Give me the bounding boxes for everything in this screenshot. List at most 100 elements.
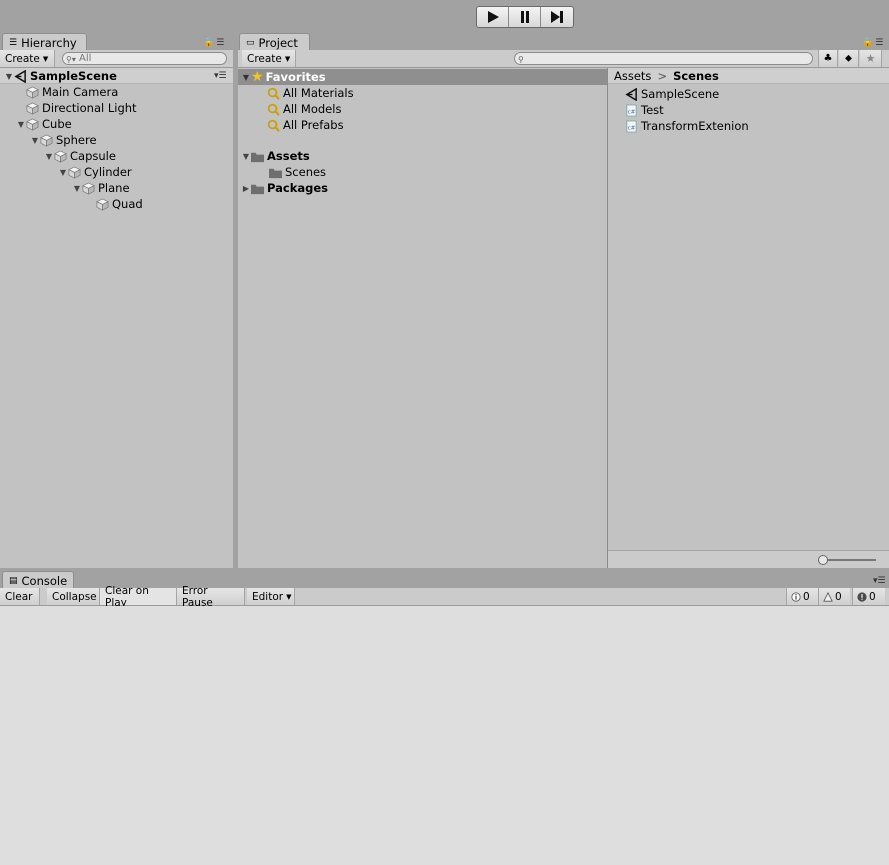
hierarchy-item[interactable]: Main Camera: [16, 84, 118, 100]
tab-project-label: Project: [258, 35, 298, 50]
hierarchy-item-label: Quad: [112, 197, 143, 211]
console-log-area[interactable]: [0, 606, 889, 865]
favorites-item[interactable]: All Models: [267, 101, 341, 117]
folder-icon: [251, 184, 264, 194]
gameobject-cube-icon: [26, 86, 39, 99]
project-create-label: Create: [247, 52, 282, 65]
collapse-button[interactable]: Collapse: [47, 588, 100, 605]
error-count: 0: [869, 590, 876, 603]
expand-triangle-icon[interactable]: ▼: [58, 168, 68, 177]
tag-icon: ⬥: [845, 53, 852, 64]
scene-menu-icon[interactable]: ▾☰: [214, 71, 227, 81]
play-toolbar: [0, 0, 889, 34]
folder-icon: ▭: [246, 37, 255, 48]
save-search-button[interactable]: ★: [860, 50, 882, 67]
csharp-script-icon: c#: [626, 103, 637, 117]
hierarchy-item-label: Directional Light: [42, 101, 137, 115]
error-pause-button[interactable]: Error Pause: [177, 585, 245, 609]
tab-project[interactable]: ▭ Project: [239, 33, 310, 50]
breadcrumb-root[interactable]: Assets: [614, 69, 651, 83]
project-tab-menu[interactable]: 🔒 ☰: [862, 38, 883, 48]
clear-on-play-button[interactable]: Clear on Play: [100, 585, 177, 609]
icon-size-slider-track[interactable]: [820, 559, 876, 561]
error-pause-label: Error Pause: [182, 584, 213, 609]
expand-triangle-icon[interactable]: ▼: [44, 152, 54, 161]
favorites-row[interactable]: ▼ ★ Favorites: [241, 69, 326, 85]
gameobject-cube-icon: [26, 118, 39, 131]
folder-icon: [251, 152, 264, 162]
search-filter-icon: [267, 87, 280, 100]
clear-label: Clear: [5, 590, 33, 603]
error-count-toggle[interactable]: 0: [852, 588, 885, 605]
console-toolbar: Clear Collapse Clear on Play Error Pause…: [0, 585, 889, 609]
play-button[interactable]: [477, 7, 509, 27]
csharp-script-icon: c#: [626, 119, 637, 133]
expand-triangle-icon[interactable]: ▼: [4, 72, 14, 81]
hierarchy-search-input[interactable]: ⚲▾ All: [62, 52, 227, 65]
collapse-triangle-icon[interactable]: ▶: [241, 184, 251, 193]
breadcrumb-current[interactable]: Scenes: [673, 69, 719, 83]
step-button[interactable]: [541, 7, 573, 27]
hierarchy-tab-menu[interactable]: 🔒 ☰: [203, 38, 224, 48]
shapes-icon: ♣: [823, 53, 833, 64]
project-search-input[interactable]: ⚲: [514, 52, 813, 65]
star-icon: ★: [865, 52, 876, 65]
hierarchy-panel: ▼ SampleScene ▾☰ Main Camera Directional …: [0, 68, 233, 568]
favorites-item[interactable]: All Prefabs: [267, 117, 344, 133]
console-tab-menu[interactable]: ▾☰: [873, 576, 886, 586]
caret-down-icon: ▼: [284, 54, 291, 63]
packages-row[interactable]: ▶ Packages: [241, 180, 328, 196]
hierarchy-item[interactable]: Directional Light: [16, 100, 137, 116]
tab-console[interactable]: ▤ Console: [2, 571, 74, 588]
caret-down-icon: ▼: [286, 592, 292, 601]
collapse-label: Collapse: [52, 590, 97, 603]
clear-button[interactable]: Clear: [0, 588, 40, 605]
gameobject-cube-icon: [68, 166, 81, 179]
editor-dropdown[interactable]: Editor ▼: [247, 588, 295, 605]
hierarchy-item[interactable]: ▼ Cylinder: [58, 164, 132, 180]
expand-triangle-icon[interactable]: ▼: [72, 184, 82, 193]
hierarchy-item[interactable]: ▼ Capsule: [44, 148, 116, 164]
menu-icon: ☰: [875, 38, 884, 48]
expand-triangle-icon[interactable]: ▼: [30, 136, 40, 145]
tab-hierarchy-label: Hierarchy: [21, 35, 77, 50]
svg-text:c#: c#: [628, 125, 636, 131]
console-icon: ▤: [9, 575, 18, 586]
chevron-right-icon: >: [657, 69, 668, 83]
warning-count-toggle[interactable]: 0: [818, 588, 850, 605]
file-item[interactable]: c# TransformExtenion: [625, 118, 749, 134]
expand-triangle-icon[interactable]: ▼: [16, 120, 26, 129]
file-item[interactable]: SampleScene: [625, 86, 719, 102]
hierarchy-item[interactable]: ▼ Plane: [72, 180, 130, 196]
project-create-button[interactable]: Create ▼: [242, 50, 296, 67]
hierarchy-item-label: Main Camera: [42, 85, 119, 99]
scenes-folder-row[interactable]: Scenes: [269, 164, 326, 180]
file-item-label: TransformExtenion: [641, 119, 749, 133]
file-item-label: SampleScene: [641, 87, 720, 101]
warning-icon: [823, 591, 833, 602]
gameobject-cube-icon: [26, 102, 39, 115]
search-by-label-button[interactable]: ⬥: [839, 50, 859, 67]
tab-hierarchy[interactable]: ☰ Hierarchy: [2, 33, 87, 50]
expand-triangle-icon[interactable]: ▼: [241, 73, 251, 82]
info-count-toggle[interactable]: 0: [786, 588, 818, 605]
expand-triangle-icon[interactable]: ▼: [241, 152, 251, 161]
hierarchy-item-label: Plane: [98, 181, 130, 195]
hierarchy-create-button[interactable]: Create ▼: [0, 50, 55, 67]
pause-button[interactable]: [509, 7, 541, 27]
hierarchy-item[interactable]: Quad: [86, 196, 143, 212]
hierarchy-item-label: Cylinder: [84, 165, 132, 179]
favorites-item[interactable]: All Materials: [267, 85, 354, 101]
hierarchy-toolbar: Create ▼ ⚲▾ All: [0, 50, 233, 68]
assets-row[interactable]: ▼ Assets: [241, 148, 310, 164]
file-item[interactable]: c# Test: [625, 102, 664, 118]
scenes-folder-label: Scenes: [285, 165, 327, 179]
star-icon: ★: [251, 69, 264, 85]
icon-size-slider-thumb[interactable]: [818, 555, 828, 565]
unity-scene-icon: [14, 69, 26, 83]
search-by-type-button[interactable]: ♣: [818, 50, 838, 67]
assets-label: Assets: [267, 149, 310, 163]
scene-row[interactable]: ▼ SampleScene: [4, 68, 117, 84]
hierarchy-item[interactable]: ▼ Sphere: [30, 132, 97, 148]
hierarchy-item[interactable]: ▼ Cube: [16, 116, 72, 132]
